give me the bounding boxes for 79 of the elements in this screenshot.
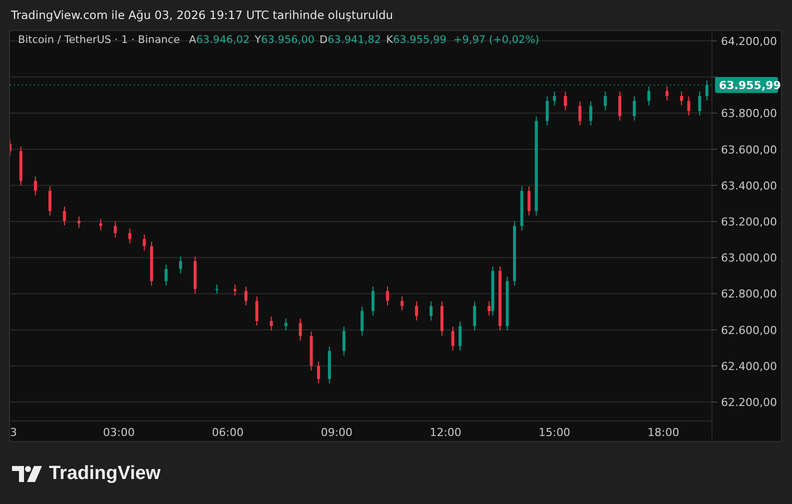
price-label: 63.400,00 — [721, 179, 777, 192]
price-label: 62.200,00 — [721, 396, 777, 410]
candle — [234, 284, 237, 296]
time-label: 18:00 — [648, 426, 680, 439]
candle — [687, 96, 690, 116]
candle — [698, 90, 702, 116]
date-label: 3 — [10, 426, 17, 439]
candle — [430, 300, 433, 321]
candle — [99, 218, 102, 232]
candle — [546, 96, 549, 126]
candle — [400, 296, 404, 311]
candle — [451, 326, 454, 352]
price-label: 62.800,00 — [721, 288, 777, 301]
candle — [458, 321, 462, 352]
ohlc-value: K63.955,99 — [386, 34, 446, 46]
candle — [578, 100, 582, 126]
ohlc-value: Y63.956,00 — [254, 34, 315, 46]
price-label: 62.400,00 — [721, 360, 777, 373]
candle — [360, 306, 364, 336]
candle — [128, 228, 132, 244]
candle — [564, 90, 567, 111]
candle — [552, 90, 556, 106]
candle — [528, 186, 531, 216]
candle — [473, 300, 476, 332]
candle — [647, 86, 650, 106]
candle — [666, 86, 668, 102]
time-label: 06:00 — [212, 426, 244, 439]
candle — [604, 90, 607, 111]
candle — [310, 330, 313, 371]
time-label: 03:00 — [103, 426, 135, 439]
logo-icon — [12, 466, 42, 482]
candle — [142, 234, 146, 252]
price-change: +9,97 (+0,02%) — [453, 34, 540, 46]
time-label: 09:00 — [320, 426, 353, 439]
candle — [371, 286, 374, 316]
candle — [215, 284, 218, 294]
candle — [342, 326, 346, 356]
ohlc-value: A63.946,02 — [189, 34, 250, 46]
candle — [48, 186, 52, 216]
candle — [415, 300, 418, 321]
candle — [244, 286, 248, 306]
candle — [386, 286, 389, 306]
candle — [705, 80, 708, 102]
price-label: 64.200,00 — [721, 34, 777, 48]
candle — [194, 256, 197, 294]
candle — [632, 96, 636, 122]
candle — [34, 176, 37, 196]
candle — [284, 318, 288, 332]
candle — [164, 264, 168, 286]
time-label: 15:00 — [538, 426, 570, 439]
ohlc-value: D63.941,82 — [320, 34, 382, 46]
candle — [506, 276, 509, 332]
price-label: 63.200,00 — [721, 215, 777, 228]
candle — [618, 90, 622, 122]
candle — [680, 90, 683, 106]
candle — [298, 318, 302, 341]
candle — [440, 300, 444, 336]
candle — [317, 360, 320, 384]
candle — [270, 316, 273, 332]
candle — [179, 256, 182, 274]
chart-caption: TradingView.com ile Ağu 03, 2026 19:17 UTC tarihinde oluşturuldu — [10, 7, 394, 24]
candle — [589, 100, 592, 126]
candle — [498, 266, 502, 332]
price-label: 63.800,00 — [721, 107, 777, 120]
time-label: 12:00 — [430, 426, 462, 439]
candle — [62, 206, 66, 226]
candle — [513, 220, 516, 286]
candle — [114, 220, 117, 238]
candle — [520, 186, 524, 232]
candle — [150, 241, 154, 286]
candle — [19, 146, 22, 186]
candle — [328, 346, 331, 384]
price-label: 63.600,00 — [721, 143, 777, 156]
price-label: 62.600,00 — [721, 324, 777, 337]
candle — [255, 296, 258, 326]
price-label: 63.000,00 — [721, 252, 777, 265]
symbol-label: Bitcoin / TetherUS · 1 · Binance — [18, 34, 180, 46]
candle — [77, 216, 80, 228]
brand-name: TradingView — [49, 463, 161, 485]
